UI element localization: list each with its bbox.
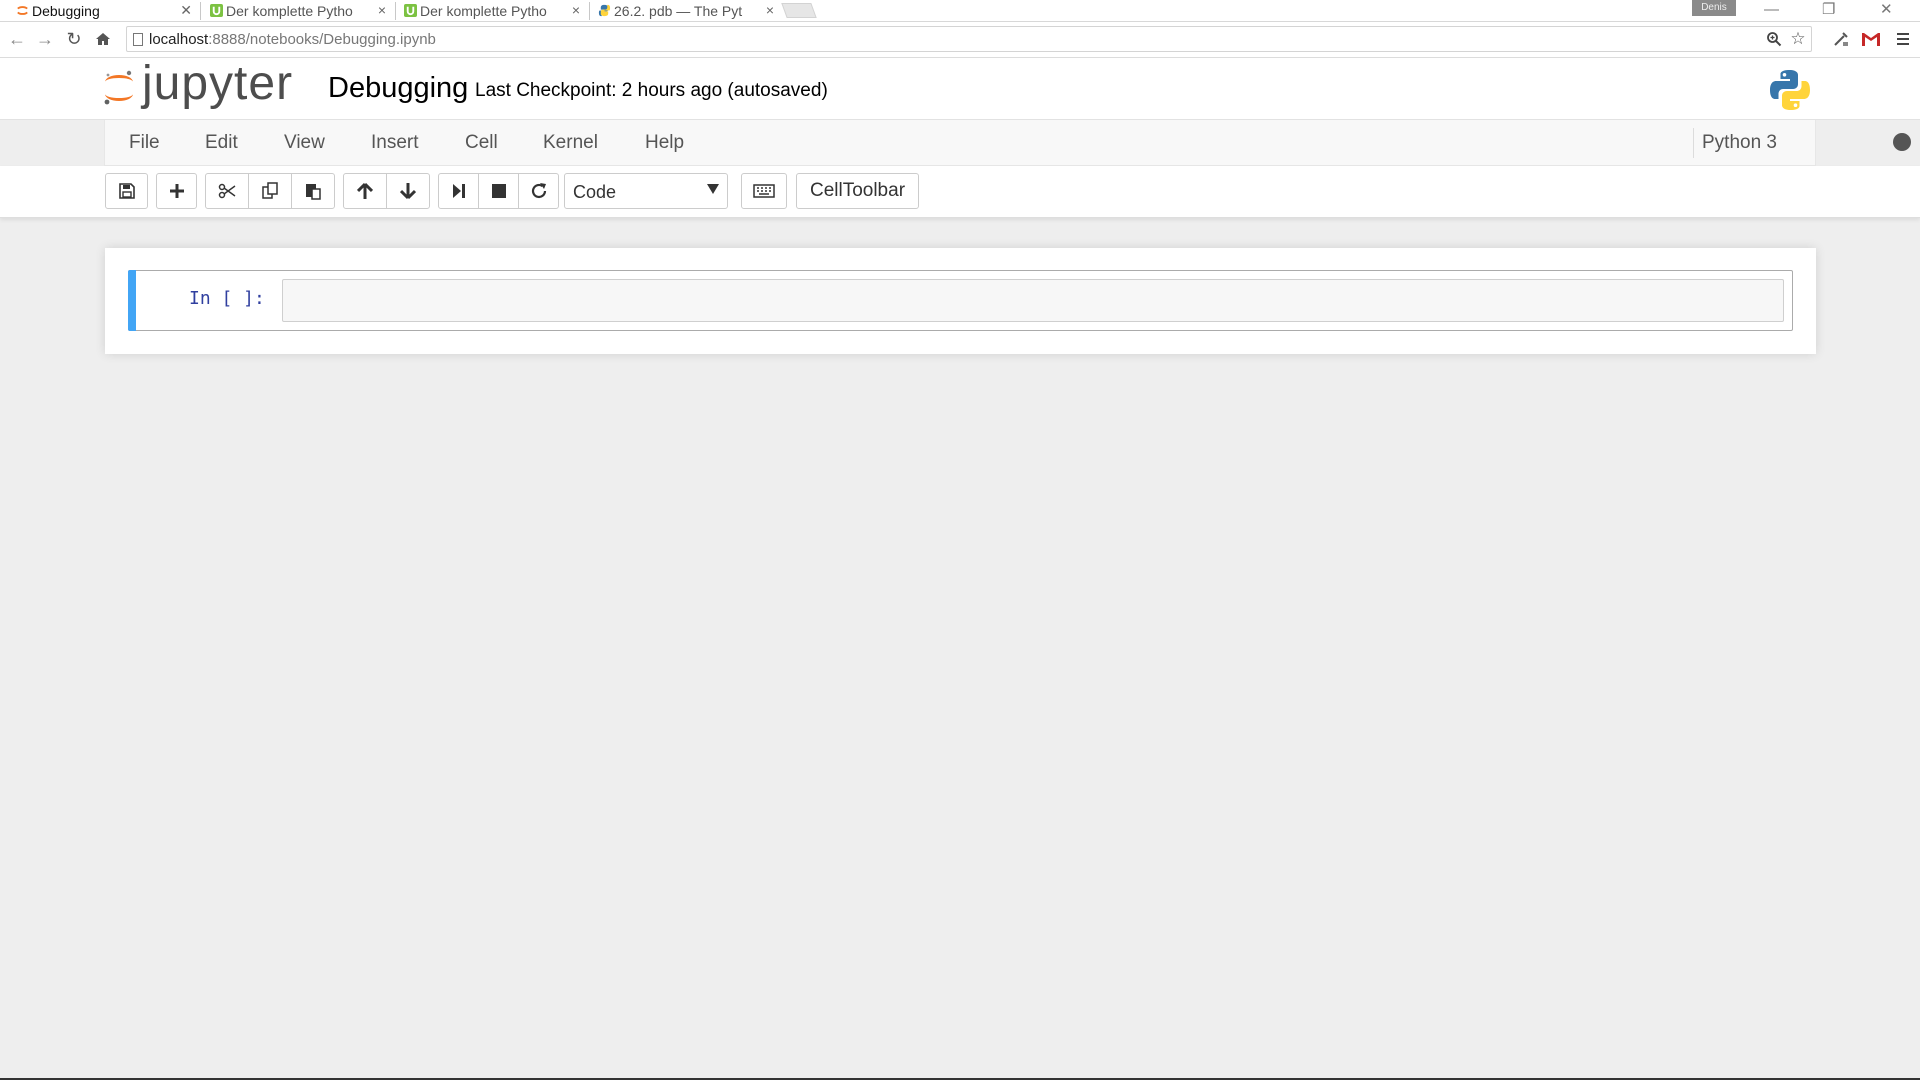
- scissors-icon: [218, 183, 236, 199]
- tab-close-icon[interactable]: ×: [378, 2, 386, 18]
- command-palette-button[interactable]: [741, 173, 787, 209]
- tab-debugging[interactable]: Debugging ✕: [14, 0, 194, 22]
- jupyter-header: jupyter Debugging Last Checkpoint: 2 hou…: [0, 57, 1920, 120]
- kernel-label: Python 3: [1702, 132, 1777, 153]
- tab-udemy-2[interactable]: Der komplette Pytho ×: [402, 0, 582, 22]
- menu-edit[interactable]: Edit: [205, 132, 238, 154]
- menu-cell[interactable]: Cell: [465, 132, 498, 154]
- tab-title: Debugging: [32, 3, 100, 19]
- tab-separator: [200, 2, 201, 20]
- jupyter-favicon-icon: [17, 6, 28, 15]
- close-window-icon[interactable]: ✕: [1880, 0, 1893, 20]
- interrupt-kernel-button[interactable]: [478, 173, 519, 209]
- tab-separator: [395, 2, 396, 20]
- plus-icon: [169, 184, 184, 198]
- udemy-favicon-icon: [210, 4, 223, 17]
- menu-file[interactable]: File: [129, 132, 160, 154]
- menu-help[interactable]: Help: [645, 132, 684, 154]
- gmail-icon[interactable]: [1860, 28, 1882, 50]
- extension-tool-icon[interactable]: [1830, 28, 1852, 50]
- jupyter-logo[interactable]: jupyter: [102, 57, 302, 112]
- python-favicon-icon: [598, 4, 611, 17]
- paste-icon: [306, 184, 321, 200]
- copy-button[interactable]: [248, 173, 292, 209]
- tab-title: Der komplette Pytho: [420, 3, 547, 19]
- url-text: localhost:8888/notebooks/Debugging.ipynb: [149, 31, 436, 48]
- kernel-status-icon: [1893, 133, 1911, 151]
- step-forward-icon: [452, 184, 465, 198]
- code-cell[interactable]: In [ ]:: [128, 270, 1793, 331]
- udemy-favicon-icon: [404, 4, 417, 17]
- profile-badge[interactable]: Denis: [1692, 0, 1736, 16]
- forward-arrow-icon[interactable]: →: [34, 28, 56, 50]
- tab-python-docs[interactable]: 26.2. pdb — The Pyt ×: [596, 0, 776, 22]
- tab-title: Der komplette Pytho: [226, 3, 353, 19]
- notebook-name[interactable]: Debugging: [328, 72, 468, 105]
- tab-close-icon[interactable]: ×: [766, 2, 774, 18]
- minimize-icon[interactable]: —: [1764, 0, 1779, 20]
- tab-close-icon[interactable]: ✕: [180, 2, 192, 19]
- menu-hamburger-icon[interactable]: [1892, 28, 1914, 50]
- copy-icon: [262, 182, 278, 199]
- cell-type-value: Code: [573, 182, 617, 202]
- code-input[interactable]: [282, 279, 1784, 322]
- jupyter-wordmark: jupyter: [142, 57, 294, 110]
- jupyter-logo-icon: [104, 70, 133, 105]
- page-icon: [133, 33, 143, 46]
- cell-type-select[interactable]: Code: [564, 173, 728, 209]
- paste-button[interactable]: [291, 173, 335, 209]
- save-button[interactable]: [105, 173, 148, 209]
- run-cell-button[interactable]: [438, 173, 479, 209]
- refresh-icon: [531, 183, 546, 199]
- input-prompt: In [ ]:: [189, 288, 265, 309]
- new-tab-button[interactable]: [781, 3, 817, 18]
- jupyter-menubar: File Edit View Insert Cell Kernel Help P…: [104, 120, 1911, 166]
- browser-tab-strip: Debugging ✕ Der komplette Pytho × Der ko…: [0, 0, 1920, 22]
- restore-icon[interactable]: ❐: [1822, 0, 1835, 20]
- back-arrow-icon[interactable]: ←: [6, 28, 28, 50]
- browser-toolbar: ← → ↻ localhost:8888/notebooks/Debugging…: [0, 22, 1920, 58]
- reload-icon[interactable]: ↻: [63, 28, 85, 50]
- address-bar[interactable]: localhost:8888/notebooks/Debugging.ipynb…: [126, 26, 1812, 52]
- menu-insert[interactable]: Insert: [371, 132, 419, 154]
- selected-cell-indicator: [128, 270, 136, 331]
- arrow-down-icon: [400, 183, 416, 200]
- checkpoint-status: Last Checkpoint: 2 hours ago (autosaved): [475, 80, 828, 101]
- celltoolbar-button[interactable]: CellToolbar: [796, 173, 919, 209]
- kernel-name: Python 3: [1693, 128, 1777, 158]
- notebook-container: In [ ]:: [105, 248, 1816, 354]
- move-cell-down-button[interactable]: [386, 173, 430, 209]
- move-cell-up-button[interactable]: [343, 173, 387, 209]
- stop-icon: [491, 184, 506, 198]
- keyboard-icon: [753, 184, 775, 198]
- cut-button[interactable]: [205, 173, 249, 209]
- restart-kernel-button[interactable]: [518, 173, 559, 209]
- menu-kernel[interactable]: Kernel: [543, 132, 598, 154]
- tab-separator: [589, 2, 590, 20]
- insert-cell-button[interactable]: [156, 173, 197, 209]
- zoom-icon[interactable]: [1763, 28, 1785, 50]
- tab-title: 26.2. pdb — The Pyt: [614, 3, 743, 19]
- home-icon[interactable]: [92, 28, 114, 50]
- menu-view[interactable]: View: [284, 132, 325, 154]
- tab-udemy-1[interactable]: Der komplette Pytho ×: [208, 0, 388, 22]
- save-icon: [118, 183, 135, 199]
- arrow-up-icon: [357, 182, 373, 199]
- tab-close-icon[interactable]: ×: [572, 2, 580, 18]
- python-logo-icon: [1770, 70, 1810, 110]
- bookmark-star-icon[interactable]: ☆: [1787, 28, 1809, 50]
- chevron-down-icon: [707, 184, 719, 194]
- notebook-toolbar: Code CellToolbar: [0, 166, 1920, 218]
